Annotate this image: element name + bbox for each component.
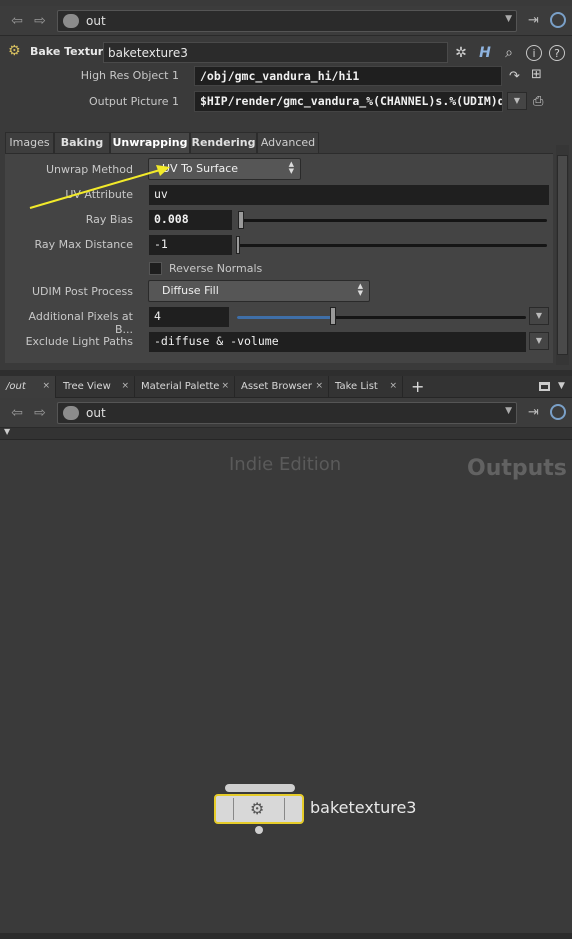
houdini-help-icon[interactable]: H	[476, 44, 494, 62]
ray-max-distance-label: Ray Max Distance	[34, 238, 133, 251]
exclude-light-paths-menu-button[interactable]: ▼	[529, 332, 549, 350]
pane-tab-take-list[interactable]: Take List ×	[329, 376, 403, 398]
ray-max-distance-field[interactable]: -1	[148, 234, 233, 256]
reverse-normals-label: Reverse Normals	[169, 262, 263, 275]
forward-arrow-icon[interactable]: ⇨	[31, 405, 49, 421]
forward-arrow-icon[interactable]: ⇨	[31, 13, 49, 29]
ray-bias-field[interactable]: 0.008	[148, 209, 233, 231]
chevron-down-icon[interactable]: ▼	[505, 406, 512, 416]
expand-toolbar-icon[interactable]: ▼	[4, 427, 10, 436]
menu-arrows-icon: ▲ ▼	[357, 282, 363, 297]
pane-tab-material-palette[interactable]: Material Palette ×	[135, 376, 235, 398]
output-picture-field[interactable]: $HIP/render/gmc_vandura_%(CHANNEL)s.%(UD…	[194, 91, 503, 112]
link-icon[interactable]	[550, 12, 566, 28]
node-chooser-icon[interactable]: ⊞	[531, 67, 542, 82]
additional-pixels-menu-button[interactable]: ▼	[529, 307, 549, 325]
close-icon[interactable]: ×	[221, 376, 229, 397]
ray-max-distance-slider-handle[interactable]	[236, 236, 240, 254]
tab-advanced[interactable]: Advanced	[257, 132, 319, 154]
pane-tab-label: Tree View	[63, 381, 111, 392]
menu-arrows-icon: ▲ ▼	[288, 160, 294, 175]
udim-post-process-menu[interactable]: Diffuse Fill ▲ ▼	[148, 280, 370, 302]
pane-tab-label: Take List	[335, 381, 378, 392]
network-path-bar: ⇦ ⇨ out ▼ ⇥	[0, 398, 572, 428]
output-picture-label: Output Picture 1	[88, 95, 179, 108]
additional-pixels-slider-handle[interactable]	[330, 307, 336, 325]
close-icon[interactable]: ×	[42, 376, 50, 397]
back-arrow-icon[interactable]: ⇦	[8, 405, 26, 421]
search-icon[interactable]: ⌕	[500, 44, 518, 62]
pane-tab-label: Asset Browser	[241, 381, 313, 392]
ray-bias-slider[interactable]	[238, 219, 547, 222]
output-menu-button[interactable]: ▼	[507, 92, 527, 110]
node-input-bar[interactable]	[225, 784, 295, 792]
context-icon	[63, 14, 79, 28]
pane-tab-label: Material Palette	[141, 381, 220, 392]
additional-pixels-label: Additional Pixels at B...	[28, 310, 133, 336]
context-icon	[63, 406, 79, 420]
back-arrow-icon[interactable]: ⇦	[8, 13, 26, 29]
path-value: out	[86, 14, 106, 28]
file-chooser-icon[interactable]: ⎙	[533, 94, 543, 109]
node-name-label: baketexture3	[310, 798, 417, 817]
uv-attribute-field[interactable]: uv	[148, 184, 550, 206]
ray-max-distance-slider[interactable]	[238, 244, 547, 247]
operator-type-label: Bake Texture	[30, 45, 111, 58]
udim-post-process-label: UDIM Post Process	[32, 285, 133, 298]
bake-texture-node-icon: ⚙	[8, 43, 21, 59]
info-icon[interactable]: i	[526, 45, 542, 61]
node-bypass-flag[interactable]	[220, 798, 234, 820]
network-path-field[interactable]: out ▼	[57, 402, 517, 424]
baketexture-node[interactable]: ⚙	[214, 794, 304, 824]
pane-tab-bar: /out × Tree View × Material Palette × Asset…	[0, 376, 572, 398]
help-icon[interactable]: ?	[549, 45, 565, 61]
tab-rendering[interactable]: Rendering	[190, 132, 257, 154]
jump-to-node-icon[interactable]: ↷	[509, 69, 520, 84]
indie-edition-watermark: Indie Edition	[229, 454, 342, 475]
additional-pixels-field[interactable]: 4	[148, 306, 230, 328]
close-icon[interactable]: ×	[315, 376, 323, 397]
node-display-flag[interactable]	[284, 798, 298, 820]
pin-icon[interactable]: ⇥	[528, 405, 539, 420]
maximize-pane-icon[interactable]	[539, 382, 550, 391]
pin-icon[interactable]: ⇥	[528, 13, 539, 28]
operator-header: ⚙ Bake Texture baketexture3 ✲ H ⌕ i ?	[0, 40, 572, 66]
additional-pixels-slider-fill	[237, 316, 332, 319]
high-res-object-label: High Res Object 1	[80, 69, 179, 82]
gear-icon[interactable]: ✲	[452, 44, 470, 62]
path-field[interactable]: out ▼	[57, 10, 517, 32]
high-res-object-field[interactable]: /obj/gmc_vandura_hi/hi1	[194, 66, 502, 86]
additional-pixels-slider[interactable]	[237, 316, 526, 319]
link-icon[interactable]	[550, 404, 566, 420]
ray-bias-label: Ray Bias	[85, 213, 133, 226]
exclude-light-paths-field[interactable]: -diffuse & -volume	[148, 331, 527, 353]
scrollbar-thumb[interactable]	[557, 155, 568, 355]
pane-menu-icon[interactable]: ▼	[558, 381, 565, 391]
pane-tab-out[interactable]: /out ×	[0, 376, 56, 398]
reverse-normals-checkbox[interactable]	[149, 262, 162, 275]
network-toolbar-collapsed[interactable]: ▼	[0, 427, 572, 440]
exclude-light-paths-label: Exclude Light Paths	[25, 335, 133, 348]
node-name-value: baketexture3	[108, 46, 188, 60]
top-path-bar: ⇦ ⇨ out ▼ ⇥	[0, 6, 572, 36]
node-output-connector[interactable]	[255, 826, 263, 834]
pane-tab-asset-browser[interactable]: Asset Browser ×	[235, 376, 329, 398]
close-icon[interactable]: ×	[121, 376, 129, 397]
chevron-down-icon[interactable]: ▼	[505, 14, 512, 24]
network-path-value: out	[86, 406, 106, 420]
context-label: Outputs	[467, 456, 567, 481]
pane-tab-label: /out	[6, 381, 26, 392]
bake-texture-node-icon: ⚙	[250, 799, 265, 818]
add-tab-button[interactable]: +	[411, 377, 424, 396]
node-name-field[interactable]: baketexture3	[103, 42, 448, 63]
udim-post-process-value: Diffuse Fill	[162, 284, 219, 297]
close-icon[interactable]: ×	[389, 376, 397, 397]
parameter-scrollbar[interactable]	[556, 145, 569, 365]
pane-tab-tree-view[interactable]: Tree View ×	[57, 376, 135, 398]
ray-bias-slider-handle[interactable]	[238, 211, 244, 229]
network-editor[interactable]: Indie Edition Outputs ⚙ baketexture3	[0, 441, 572, 935]
bottom-edge	[0, 933, 572, 939]
